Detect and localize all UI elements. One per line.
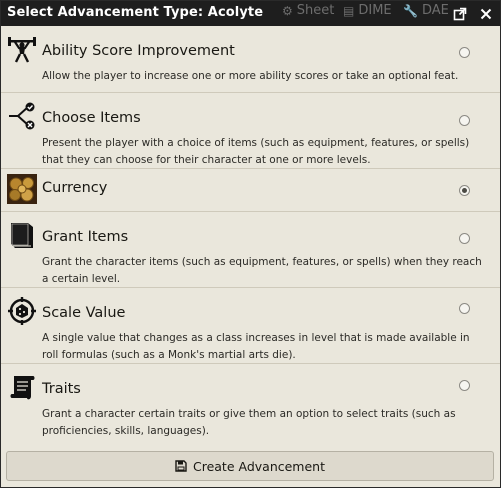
book-icon xyxy=(7,220,37,250)
close-button[interactable] xyxy=(475,3,496,24)
create-advancement-label: Create Advancement xyxy=(192,458,325,474)
advancement-dialog: Select Advancement Type: Acolyte ⚙ Sheet… xyxy=(0,0,501,488)
advancement-option-ability-score-improvement[interactable]: Ability Score Improvement Allow the play… xyxy=(1,26,500,93)
advancement-option-choose-items[interactable]: Choose Items Present the player with a c… xyxy=(1,93,500,169)
gear-icon: ⚙ xyxy=(282,3,293,18)
advancement-name: Scale Value xyxy=(42,305,126,321)
popout-button[interactable] xyxy=(449,3,470,24)
background-tab-label: Sheet xyxy=(296,3,335,18)
advancement-type-list: Ability Score Improvement Allow the play… xyxy=(1,26,500,440)
advancement-description: Allow the player to increase one or more… xyxy=(42,70,459,82)
scroll-icon xyxy=(7,372,37,402)
advancement-name: Ability Score Improvement xyxy=(42,43,235,59)
advancement-radio-selected[interactable] xyxy=(459,185,470,196)
coins-icon xyxy=(7,174,37,204)
branching-choice-icon xyxy=(7,101,37,131)
advancement-name: Currency xyxy=(42,180,108,196)
window-title: Select Advancement Type: Acolyte xyxy=(7,5,264,20)
advancement-name: Traits xyxy=(42,381,81,397)
advancement-description: Grant the character items (such as equip… xyxy=(42,256,482,285)
weightlifter-icon xyxy=(7,34,37,64)
window-header[interactable]: Select Advancement Type: Acolyte ⚙ Sheet… xyxy=(1,1,500,26)
advancement-radio[interactable] xyxy=(459,233,470,244)
dice-target-icon xyxy=(7,296,37,326)
save-icon xyxy=(175,460,187,472)
advancement-option-traits[interactable]: Traits Grant a character certain traits … xyxy=(1,364,500,440)
popout-icon xyxy=(453,7,466,20)
close-icon xyxy=(480,8,491,19)
create-advancement-button[interactable]: Create Advancement xyxy=(6,451,494,481)
dime-icon: ▤ xyxy=(343,3,355,18)
advancement-name: Grant Items xyxy=(42,229,129,245)
background-tab-dae: 🔧 DAE xyxy=(403,3,449,18)
advancement-description: A single value that changes as a class i… xyxy=(42,332,470,361)
wrench-icon: 🔧 xyxy=(403,3,418,18)
background-tab-label: DAE xyxy=(421,3,449,18)
advancement-radio[interactable] xyxy=(459,47,470,58)
advancement-description: Present the player with a choice of item… xyxy=(42,137,470,166)
advancement-option-currency[interactable]: Currency xyxy=(1,169,500,212)
background-tab-dime: ▤ DIME xyxy=(343,3,392,18)
background-tab-label: DIME xyxy=(358,3,392,18)
advancement-description: Grant a character certain traits or give… xyxy=(42,408,456,437)
advancement-radio[interactable] xyxy=(459,303,470,314)
advancement-radio[interactable] xyxy=(459,115,470,126)
advancement-option-grant-items[interactable]: Grant Items Grant the character items (s… xyxy=(1,212,500,288)
advancement-name: Choose Items xyxy=(42,110,141,126)
advancement-option-scale-value[interactable]: Scale Value A single value that changes … xyxy=(1,288,500,364)
advancement-radio[interactable] xyxy=(459,380,470,391)
background-tab-sheet: ⚙ Sheet xyxy=(282,3,334,18)
